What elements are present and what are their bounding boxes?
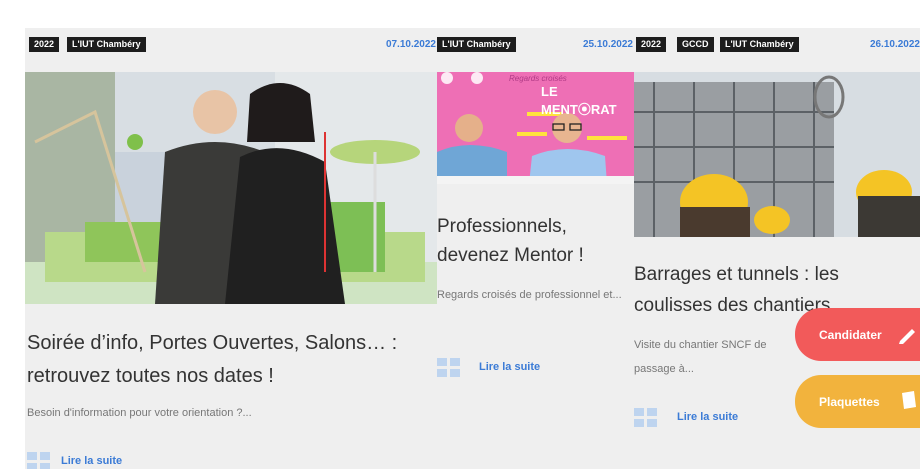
- tag-iut[interactable]: L'IUT Chambéry: [437, 37, 516, 52]
- news-card-portes-ouvertes[interactable]: 2022 L'IUT Chambéry 07.10.2022 Soirée d’…: [25, 28, 437, 469]
- grid-icon: [634, 408, 658, 428]
- grid-icon: [27, 452, 51, 469]
- card-image-mentorat[interactable]: Regards croisés LE MENT⦿RAT: [437, 72, 634, 184]
- card-excerpt: Regards croisés de professionnel et...: [437, 289, 622, 301]
- pencil-icon: [899, 329, 915, 344]
- mentorat-logo: LE MENT⦿RAT: [541, 84, 617, 117]
- brochures-button[interactable]: Plaquettes: [795, 375, 920, 428]
- card-title[interactable]: Soirée d’info, Portes Ouvertes, Salons… …: [27, 327, 432, 393]
- grid-icon: [437, 358, 461, 378]
- brochures-label: Plaquettes: [819, 395, 880, 409]
- tag-year[interactable]: 2022: [29, 37, 60, 52]
- image-caption: Regards croisés: [509, 74, 567, 83]
- read-more-label[interactable]: Lire la suite: [677, 411, 738, 423]
- tag-iut[interactable]: L'IUT Chambéry: [720, 37, 799, 52]
- card-title[interactable]: Professionnels, devenez Mentor !: [437, 212, 632, 270]
- read-more-label[interactable]: Lire la suite: [479, 361, 540, 373]
- card-image-maquette[interactable]: [25, 72, 437, 304]
- card-image-chantier[interactable]: [634, 72, 920, 237]
- apply-button[interactable]: Candidater: [795, 308, 920, 361]
- apply-label: Candidater: [819, 328, 882, 342]
- read-more-label[interactable]: Lire la suite: [61, 455, 122, 467]
- brochure-icon: [902, 391, 916, 409]
- card-excerpt: Besoin d'information pour votre orientat…: [27, 407, 252, 419]
- card-excerpt: Visite du chantier SNCF de passage à...: [634, 339, 767, 375]
- card-meta: L'IUT Chambéry 25.10.2022: [437, 37, 634, 53]
- post-date: 25.10.2022: [582, 39, 633, 50]
- news-card-mentor[interactable]: L'IUT Chambéry 25.10.2022 Regards croisé…: [437, 28, 634, 469]
- card-meta: 2022 GCCD L'IUT Chambéry 26.10.2022: [634, 37, 920, 53]
- post-date: 07.10.2022: [385, 39, 436, 50]
- card-meta: 2022 L'IUT Chambéry 07.10.2022: [25, 37, 437, 53]
- tag-year[interactable]: 2022: [636, 37, 667, 52]
- tag-gccd[interactable]: GCCD: [677, 37, 714, 52]
- tag-iut[interactable]: L'IUT Chambéry: [67, 37, 146, 52]
- post-date: 26.10.2022: [869, 39, 920, 50]
